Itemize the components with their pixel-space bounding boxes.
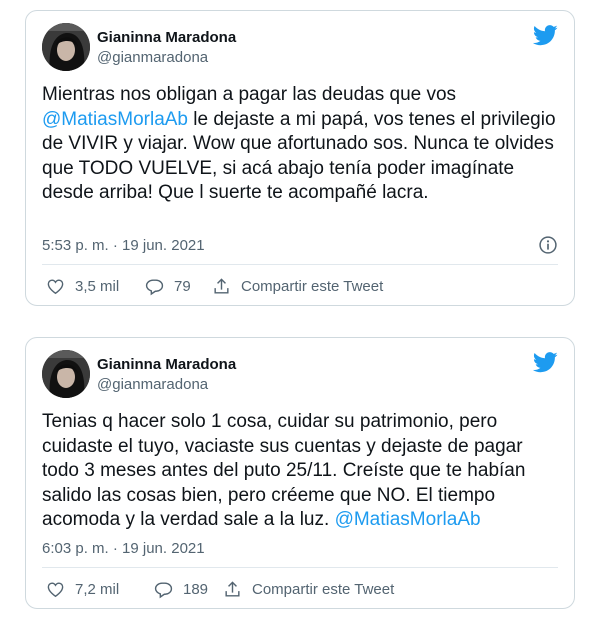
- tweet-text-part: Mientras nos obligan a pagar las deudas …: [42, 84, 457, 105]
- tweet-text: Mientras nos obligan a pagar las deudas …: [42, 83, 558, 206]
- reply-bubble-icon: [145, 278, 164, 295]
- like-button[interactable]: 7,2 mil: [46, 577, 119, 601]
- share-label: Compartir este Tweet: [252, 580, 395, 598]
- heart-icon: [47, 581, 64, 597]
- reply-bubble-icon: [154, 581, 173, 598]
- mention-link[interactable]: @MatiasMorlaAb: [42, 109, 188, 130]
- twitter-bird-icon[interactable]: [533, 352, 558, 373]
- reply-count: 189: [183, 580, 209, 598]
- tweet-actions: 7,2 mil 189 Compartir este Tweet: [42, 577, 558, 601]
- reply-count: 79: [174, 277, 191, 295]
- author-handle[interactable]: @gianmaradona: [97, 376, 236, 394]
- tweet-header: Gianinna Maradona @gianmaradona: [42, 350, 558, 398]
- avatar[interactable]: [42, 350, 90, 398]
- tweet-card[interactable]: Gianinna Maradona @gianmaradona Mientras…: [25, 10, 575, 306]
- reply-button[interactable]: 189: [154, 577, 208, 601]
- avatar[interactable]: [42, 23, 90, 71]
- author-name[interactable]: Gianinna Maradona: [97, 356, 236, 374]
- tweet-card[interactable]: Gianinna Maradona @gianmaradona Tenias q…: [25, 337, 575, 609]
- tweet-meta: 6:03 p. m. · 19 jun. 2021: [42, 538, 558, 560]
- timestamp[interactable]: 6:03 p. m. · 19 jun. 2021: [42, 540, 205, 557]
- author-names: Gianinna Maradona @gianmaradona: [97, 356, 236, 394]
- share-icon: [225, 580, 240, 597]
- tweet-text: Tenias q hacer solo 1 cosa, cuidar su pa…: [42, 410, 558, 533]
- tweet-actions: 3,5 mil 79 Compartir este Tweet: [42, 274, 558, 298]
- twitter-bird-icon[interactable]: [533, 25, 558, 46]
- share-icon: [214, 277, 229, 294]
- like-button[interactable]: 3,5 mil: [46, 274, 119, 298]
- heart-icon: [47, 278, 64, 294]
- divider: [42, 264, 558, 265]
- mention-link[interactable]: @MatiasMorlaAb: [335, 509, 481, 530]
- like-count: 3,5 mil: [75, 277, 120, 295]
- tweet-meta: 5:53 p. m. · 19 jun. 2021: [42, 235, 558, 257]
- info-icon[interactable]: [538, 235, 558, 255]
- timestamp[interactable]: 5:53 p. m. · 19 jun. 2021: [42, 237, 205, 254]
- author-name[interactable]: Gianinna Maradona: [97, 29, 236, 47]
- like-count: 7,2 mil: [75, 580, 120, 598]
- author-names: Gianinna Maradona @gianmaradona: [97, 29, 236, 67]
- share-label: Compartir este Tweet: [241, 277, 384, 295]
- author-handle[interactable]: @gianmaradona: [97, 49, 236, 67]
- share-button[interactable]: Compartir este Tweet: [212, 274, 383, 298]
- reply-button[interactable]: 79: [145, 274, 191, 298]
- share-button[interactable]: Compartir este Tweet: [223, 577, 394, 601]
- tweet-header: Gianinna Maradona @gianmaradona: [42, 23, 558, 71]
- divider: [42, 567, 558, 568]
